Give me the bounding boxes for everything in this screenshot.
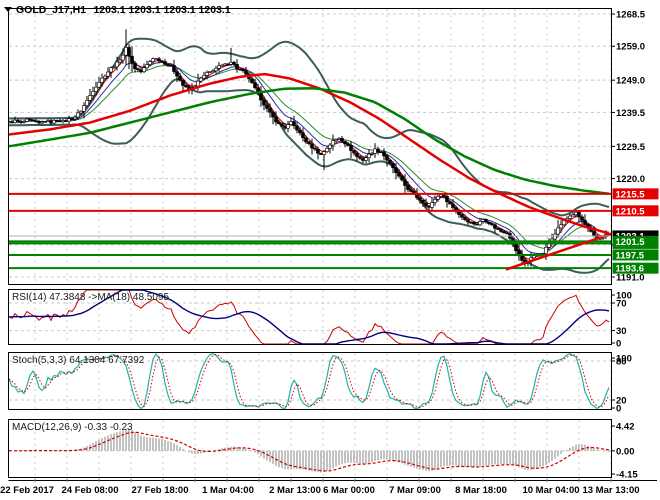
axis-tick-label: 0.00 (616, 446, 635, 457)
chart-window: 1268.5 1259.0 1249.0 1239.5 1229.5 1220.0 1210… (0, 0, 660, 500)
time-tick-label: 22 Feb 2017 (0, 485, 54, 496)
candlestick-series (8, 29, 611, 267)
time-tick-label: 13 Mar 13:00 (582, 485, 639, 496)
axis-tick-label: 70 (616, 299, 627, 310)
time-tick-label: 2 Mar 13:00 (269, 485, 321, 496)
time-tick-label: 6 Mar 00:00 (323, 485, 375, 496)
axis-tick-label: 1239.5 (616, 108, 646, 119)
axis-tick-label: -4.15 (616, 470, 638, 481)
axis-tick-label: 1259.0 (616, 42, 645, 53)
axis-tick-label: 30 (616, 326, 627, 337)
time-tick-label: 10 Mar 04:00 (522, 485, 579, 496)
price-axis[interactable]: 1268.5 1259.0 1249.0 1239.5 1229.5 1220.0 1210… (612, 10, 659, 481)
svg-text:1197.5: 1197.5 (616, 250, 645, 261)
axis-tick-label: 0 (616, 339, 621, 350)
time-axis[interactable]: 22 Feb 2017 24 Feb 08:00 27 Feb 18:00 1 Mar… (0, 479, 639, 497)
chart-title: GOLD_J17,H11203.1 1203.1 1203.1 1203.1 (16, 4, 231, 16)
axis-tick-label: 1249.0 (616, 76, 645, 87)
time-tick-label: 27 Feb 18:00 (131, 485, 188, 496)
svg-text:1201.5: 1201.5 (616, 237, 646, 248)
trading-chart-canvas[interactable]: 1268.5 1259.0 1249.0 1239.5 1229.5 1220.0 1210… (0, 0, 660, 500)
svg-text:1193.6: 1193.6 (616, 264, 645, 275)
stochastic-legend: Stoch(5,3,3) 64.1304 67.7392 (12, 355, 145, 366)
axis-tick-label: 80 (616, 357, 627, 368)
time-tick-label: 8 Mar 18:00 (455, 485, 507, 496)
axis-tick-label: 1229.5 (616, 142, 646, 153)
time-tick-label: 7 Mar 09:00 (389, 485, 441, 496)
svg-text:1215.5: 1215.5 (616, 189, 646, 200)
macd-legend: MACD(12,26,9) -0.33 -0.23 (12, 422, 133, 433)
time-tick-label: 24 Feb 08:00 (61, 485, 118, 496)
axis-tick-label: 1220.0 (616, 174, 645, 185)
triangle-marker-icon (4, 7, 12, 12)
axis-tick-label: 1268.5 (616, 10, 646, 21)
rsi-legend: RSI(14) 47.3848 ->MA(18) 48.5095 (12, 292, 169, 303)
time-tick-label: 1 Mar 04:00 (202, 485, 254, 496)
axis-tick-label: 4.42 (616, 422, 635, 433)
svg-text:1210.5: 1210.5 (616, 206, 646, 217)
axis-tick-label: 0 (616, 404, 621, 415)
